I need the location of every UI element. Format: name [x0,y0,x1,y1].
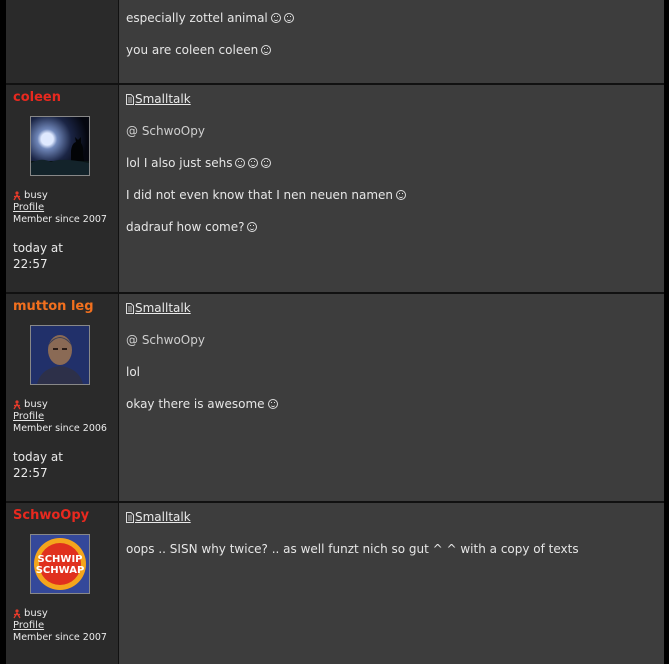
status-indicator: busy [13,399,118,411]
post-line: lol [126,365,141,379]
avatar: SCHWIP SCHWAP [30,534,90,594]
post: SchwoOpy SCHWIP SCHWAP busy Profile Memb… [6,503,664,664]
username[interactable]: mutton leg [13,300,118,314]
document-icon [126,302,134,314]
post: coleen busy Profile Member since 2007 to… [6,85,664,292]
person-portrait-icon [31,326,89,384]
busy-icon [13,191,21,201]
smiley-icon [283,13,294,23]
post-timestamp: today at 22:57 [13,241,63,271]
post-line: you are coleen coleen [126,42,664,58]
avatar [30,116,90,176]
cat-silhouette-icon [31,137,89,175]
post-line: lol I also just sehs [126,155,664,171]
post-body: Smalltalk oops .. SISN why twice? .. as … [119,503,664,664]
busy-icon [13,609,21,619]
topic-link[interactable]: Smalltalk [126,91,664,107]
post-body: Smalltalk @ SchwoOpy lol I also just seh… [119,85,664,292]
topic-link[interactable]: Smalltalk [126,300,664,316]
post-line: dadrauf how come? [126,219,664,235]
avatar [30,325,90,385]
smiley-icon [261,158,272,168]
post-partial: especially zottel animal you are coleen … [6,0,664,83]
document-icon [126,511,134,523]
member-since: Member since 2007 [13,632,107,643]
post-line: oops .. SISN why twice? .. as well funzt… [126,542,579,556]
svg-text:SCHWIP: SCHWIP [38,554,83,565]
username[interactable]: SchwoOpy [13,509,118,523]
post-body: Smalltalk @ SchwoOpy lol okay there is a… [119,294,664,501]
svg-text:SCHWAP: SCHWAP [36,565,85,576]
smiley-icon [235,158,246,168]
document-icon [126,93,134,105]
schwip-schwap-logo: SCHWIP SCHWAP [31,535,89,593]
mention-line: @ SchwoOpy [126,333,205,347]
author-panel: SchwoOpy SCHWIP SCHWAP busy Profile Memb… [6,503,119,664]
smiley-icon [247,222,258,232]
status-indicator: busy [13,190,118,202]
profile-link[interactable]: Profile [13,411,118,423]
smiley-icon [248,158,259,168]
author-panel: coleen busy Profile Member since 2007 to… [6,85,119,292]
post-line: okay there is awesome [126,396,664,412]
smiley-icon [267,399,278,409]
member-since: Member since 2006 [13,423,107,434]
author-panel: mutton leg busy Profile Member since 200… [6,294,119,501]
post-line: I did not even know that I nen neuen nam… [126,187,664,203]
username[interactable]: coleen [13,91,118,105]
profile-link[interactable]: Profile [13,202,118,214]
post-timestamp: today at 22:57 [13,450,63,480]
member-since: Member since 2007 [13,214,107,225]
mention-line: @ SchwoOpy [126,124,205,138]
profile-link[interactable]: Profile [13,620,118,632]
post-line: especially zottel animal [126,10,664,26]
smiley-icon [396,190,406,200]
post-body: especially zottel animal you are coleen … [119,0,664,83]
smiley-icon [261,45,272,55]
busy-icon [13,400,21,410]
author-panel [6,0,119,83]
smiley-icon [270,13,281,23]
status-indicator: busy [13,608,118,620]
topic-link[interactable]: Smalltalk [126,509,664,525]
post: mutton leg busy Profile Member since 200… [6,294,664,501]
